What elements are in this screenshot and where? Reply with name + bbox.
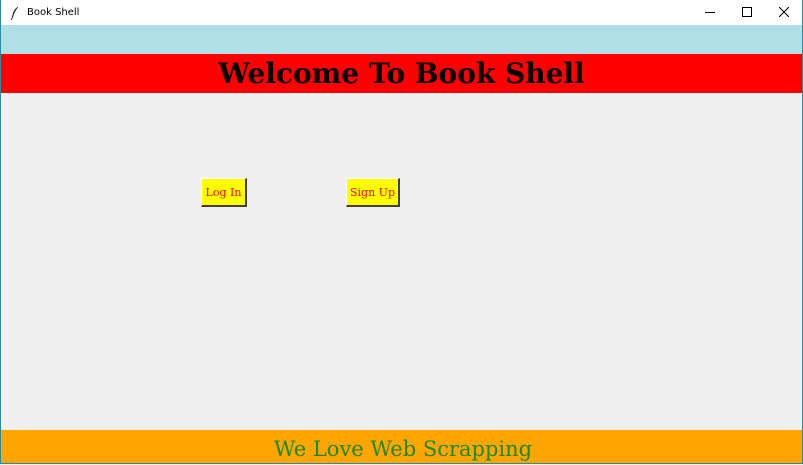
signup-button[interactable]: Sign Up	[346, 178, 400, 207]
maximize-button[interactable]	[728, 0, 765, 25]
footer-text: We Love Web Scrapping	[273, 436, 533, 461]
top-band	[1, 25, 802, 54]
window-controls	[691, 0, 802, 25]
page-title: Welcome To Book Shell	[218, 57, 585, 90]
login-button[interactable]: Log In	[201, 178, 247, 207]
maximize-icon	[741, 4, 752, 22]
window-title: Book Shell	[27, 7, 80, 18]
feather-icon	[8, 6, 22, 20]
title-bar[interactable]: Book Shell	[1, 0, 802, 25]
minimize-icon	[704, 4, 715, 22]
header-banner: Welcome To Book Shell	[1, 54, 802, 93]
footer-banner: We Love Web Scrapping	[1, 430, 802, 463]
minimize-button[interactable]	[691, 0, 728, 25]
close-button[interactable]	[765, 0, 802, 25]
app-window: Book Shell Welcome To Book Shell Log In …	[0, 0, 803, 464]
close-icon	[778, 4, 789, 22]
